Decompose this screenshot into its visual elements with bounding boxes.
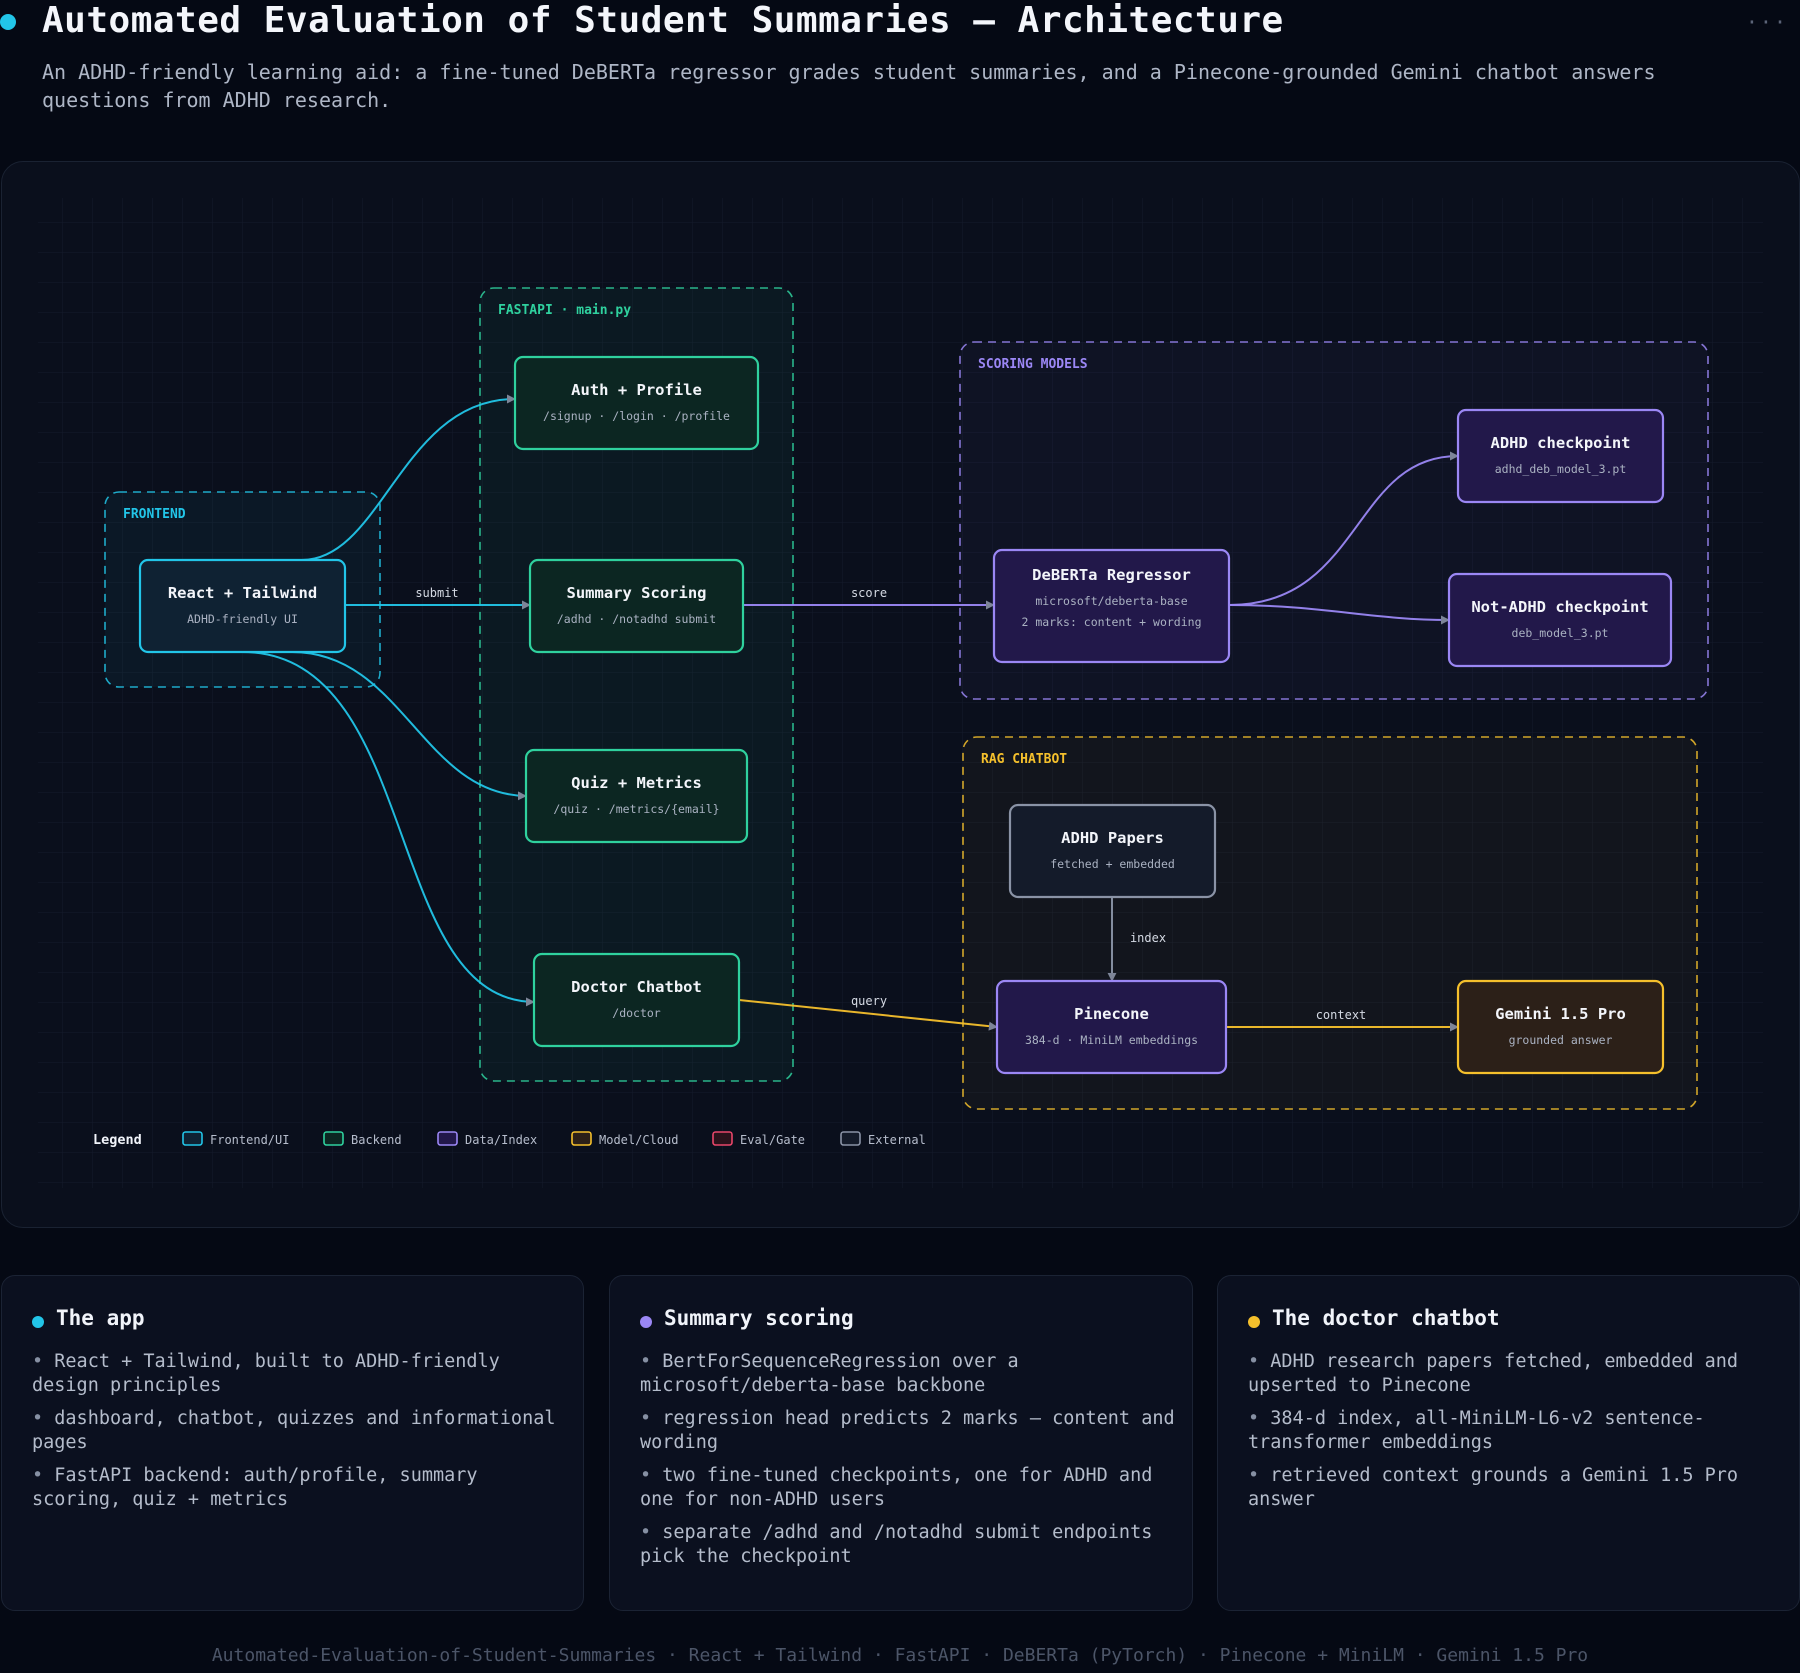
- node-title: React + Tailwind: [168, 584, 317, 602]
- node-subtitle: adhd_deb_model_3.pt: [1495, 462, 1627, 476]
- legend-swatch-data: [437, 1131, 458, 1146]
- list-item: • BertForSequenceRegression over a micro…: [640, 1351, 1019, 1396]
- edge-label-papers-pinecone: index: [1130, 931, 1166, 945]
- list-item: • React + Tailwind, built to ADHD-friend…: [32, 1351, 500, 1396]
- node-adhdckpt[interactable]: ADHD checkpoint adhd_deb_model_3.pt: [1456, 408, 1665, 504]
- diagram-canvas: FRONTEND FASTAPI · main.py SCORING MODELS R…: [38, 198, 1763, 1188]
- list-item: • ADHD research papers fetched, embedded…: [1248, 1351, 1739, 1396]
- edge-label-doctor-pinecone: query: [851, 994, 887, 1008]
- edge-label-summary-deberta: score: [851, 586, 887, 600]
- list-item: • FastAPI backend: auth/profile, summary…: [32, 1465, 478, 1510]
- card-the-app: The app • React + Tailwind, built to ADH…: [1, 1275, 584, 1611]
- node-auth[interactable]: Auth + Profile/signup · /login · /profil…: [513, 355, 760, 451]
- group-label-rag: RAG CHATBOT: [981, 752, 1067, 767]
- node-title: Pinecone: [1074, 1005, 1149, 1023]
- node-pinecone[interactable]: Pinecone 384-d · MiniLM embeddings: [995, 979, 1228, 1075]
- node-title: Doctor Chatbot: [571, 978, 702, 996]
- group-label-fastapi: FASTAPI · main.py: [498, 303, 631, 318]
- legend-label-frontend: Frontend/UI: [210, 1133, 289, 1147]
- node-papers[interactable]: ADHD Papers fetched + embedded: [1008, 803, 1217, 899]
- node-quiz[interactable]: Quiz + Metrics/quiz · /metrics/{email}: [524, 748, 749, 844]
- legend-swatch-frontend: [182, 1131, 203, 1146]
- page-subtitle: An ADHD-friendly learning aid: a fine-tu…: [42, 60, 1656, 112]
- card-dot-icon: [640, 1316, 652, 1328]
- page-title: Automated Evaluation of Student Summarie…: [42, 0, 1284, 41]
- legend-title: Legend: [93, 1132, 142, 1148]
- node-title: ADHD Papers: [1061, 829, 1164, 847]
- legend-label-external: External: [868, 1133, 926, 1147]
- card-title: The app: [56, 1306, 145, 1330]
- node-title: Summary Scoring: [567, 584, 707, 602]
- card-doctor-chatbot: The doctor chatbot • ADHD research paper…: [1217, 1275, 1800, 1611]
- card-title: Summary scoring: [664, 1306, 854, 1330]
- card-dot-icon: [1248, 1316, 1260, 1328]
- card-summary-scoring: Summary scoring • BertForSequenceRegress…: [609, 1275, 1193, 1611]
- card-title: The doctor chatbot: [1272, 1306, 1500, 1330]
- title-dot-icon: [0, 14, 16, 30]
- node-subtitle: microsoft/deberta-base: [1035, 594, 1187, 608]
- group-label-frontend: FRONTEND: [123, 507, 186, 522]
- legend: Legend Frontend/UI Backend Data/Index Model/…: [93, 1131, 926, 1148]
- node-subtitle: ADHD-friendly UI: [187, 612, 298, 626]
- footer-tagline: Automated-Evaluation-of-Student-Summarie…: [211, 1645, 1589, 1666]
- legend-label-model: Model/Cloud: [599, 1133, 678, 1147]
- edge-label-pinecone-gemini: context: [1316, 1008, 1367, 1022]
- card-list: • ADHD research papers fetched, embedded…: [1248, 1350, 1788, 1521]
- node-summary[interactable]: Summary Scoring/adhd · /notadhd submit: [528, 558, 745, 654]
- node-subtitle: grounded answer: [1509, 1033, 1613, 1047]
- list-item: • retrieved context grounds a Gemini 1.5…: [1248, 1465, 1739, 1510]
- edge-label-react-summary: submit: [415, 586, 458, 600]
- list-item: • 384-d index, all-MiniLM-L6-v2 sentence…: [1248, 1408, 1705, 1453]
- node-title: Auth + Profile: [571, 381, 702, 399]
- legend-label-data: Data/Index: [465, 1133, 537, 1147]
- card-list: • React + Tailwind, built to ADHD-friend…: [32, 1350, 572, 1521]
- legend-label-backend: Backend: [351, 1133, 402, 1147]
- legend-swatch-eval: [712, 1131, 733, 1146]
- node-title: Gemini 1.5 Pro: [1495, 1005, 1626, 1023]
- node-gemini[interactable]: Gemini 1.5 Pro grounded answer: [1456, 979, 1665, 1075]
- legend-label-eval: Eval/Gate: [740, 1133, 805, 1147]
- node-subtitle: /quiz · /metrics/{email}: [553, 802, 719, 816]
- list-item: • regression head predicts 2 marks — con…: [640, 1408, 1175, 1453]
- node-subtitle: fetched + embedded: [1050, 857, 1175, 871]
- node-react[interactable]: React + Tailwind ADHD-friendly UI: [138, 558, 347, 654]
- architecture-diagram: FRONTEND FASTAPI · main.py SCORING MODELS R…: [1, 161, 1800, 1228]
- more-menu-icon[interactable]: ···: [1746, 10, 1788, 34]
- legend-swatch-backend: [323, 1131, 344, 1146]
- node-title: Quiz + Metrics: [571, 774, 702, 792]
- node-subtitle: /doctor: [612, 1006, 661, 1020]
- node-notadhd[interactable]: Not-ADHD checkpoint deb_model_3.pt: [1447, 572, 1673, 668]
- node-deberta[interactable]: DeBERTa Regressor microsoft/deberta-base 2…: [992, 548, 1231, 664]
- node-subtitle: /adhd · /notadhd submit: [557, 612, 716, 626]
- info-cards: The app • React + Tailwind, built to ADH…: [0, 1275, 1800, 1611]
- node-subtitle: /signup · /login · /profile: [543, 409, 730, 423]
- node-subtitle: deb_model_3.pt: [1512, 626, 1609, 640]
- node-title: Not-ADHD checkpoint: [1471, 598, 1648, 616]
- list-item: • two fine-tuned checkpoints, one for AD…: [640, 1465, 1153, 1510]
- group-label-scoring: SCORING MODELS: [978, 357, 1088, 372]
- card-list: • BertForSequenceRegression over a micro…: [640, 1350, 1180, 1578]
- list-item: • dashboard, chatbot, quizzes and inform…: [32, 1408, 556, 1453]
- list-item: • separate /adhd and /notadhd submit end…: [640, 1522, 1153, 1567]
- node-doctor[interactable]: Doctor Chatbot/doctor: [532, 952, 741, 1048]
- node-subtitle-2: 2 marks: content + wording: [1021, 615, 1201, 629]
- node-title: DeBERTa Regressor: [1032, 566, 1191, 584]
- node-title: ADHD checkpoint: [1491, 434, 1631, 452]
- card-dot-icon: [32, 1316, 44, 1328]
- legend-swatch-external: [840, 1131, 861, 1146]
- node-subtitle: 384-d · MiniLM embeddings: [1025, 1033, 1198, 1047]
- legend-swatch-model: [571, 1131, 592, 1146]
